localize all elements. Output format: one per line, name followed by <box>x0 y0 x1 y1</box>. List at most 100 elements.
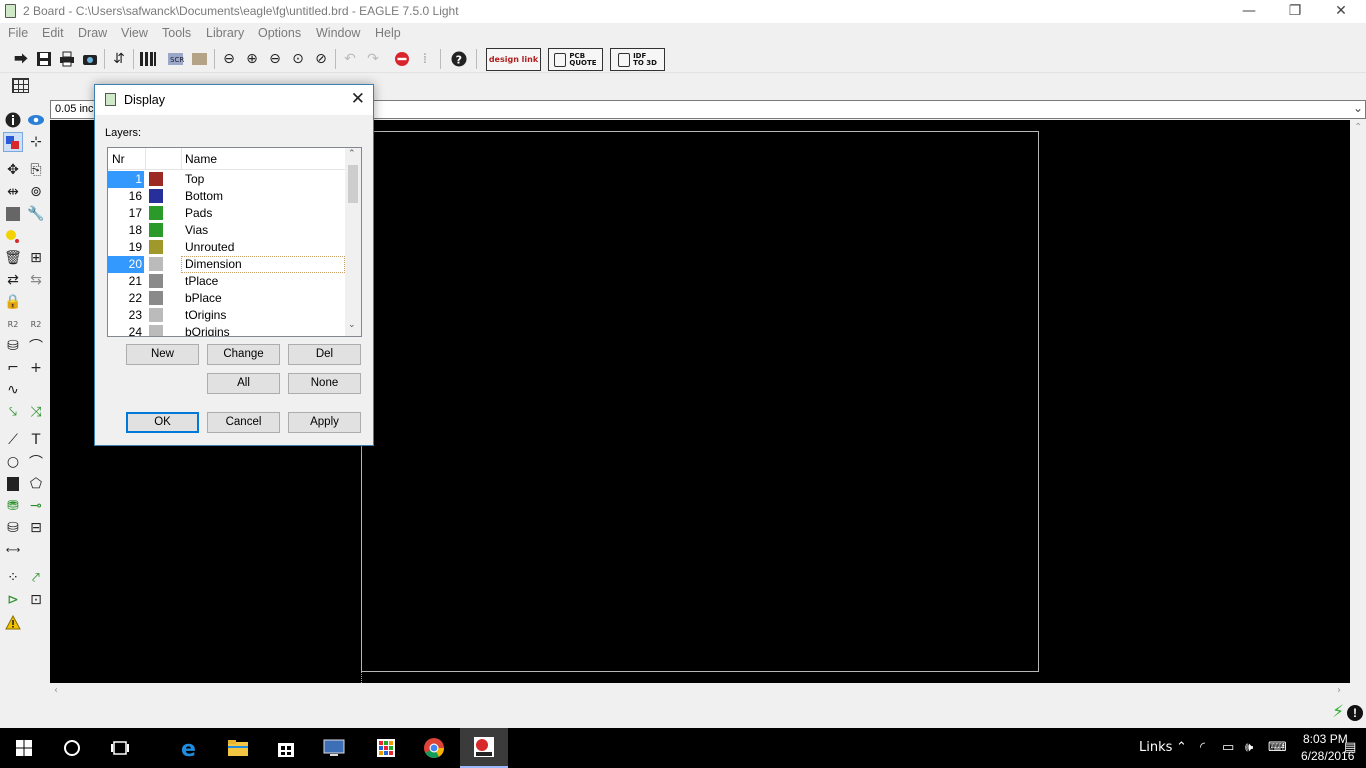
text-icon[interactable]: T <box>26 430 46 450</box>
search-button[interactable] <box>48 728 96 768</box>
clock-time[interactable]: 8:03 PM <box>1303 732 1348 746</box>
ratsnest-icon[interactable]: ⁘ <box>3 568 23 588</box>
layer-row[interactable]: 21 tPlace <box>108 273 346 290</box>
del-button[interactable]: Del <box>288 344 361 365</box>
start-button[interactable] <box>0 728 48 768</box>
scroll-left-icon[interactable]: ‹ <box>54 685 58 696</box>
display-layers-icon[interactable] <box>3 132 23 152</box>
edge-app[interactable]: e <box>166 728 214 768</box>
stop-icon[interactable] <box>392 49 412 69</box>
open-icon[interactable]: ⮕ <box>11 49 31 69</box>
meander-icon[interactable]: ∿ <box>3 380 23 400</box>
lightning-icon[interactable]: ⚡ <box>1332 702 1344 722</box>
column-name[interactable]: Name <box>185 152 217 166</box>
print-icon[interactable] <box>57 49 77 69</box>
add-icon[interactable]: ⊞ <box>26 248 46 268</box>
menu-edit[interactable]: Edit <box>42 26 64 40</box>
layer-row[interactable]: 22 bPlace <box>108 290 346 307</box>
ok-button[interactable]: OK <box>126 412 199 433</box>
miter-icon[interactable]: ⌒ <box>26 336 46 356</box>
all-button[interactable]: All <box>207 373 280 394</box>
close-window-button[interactable]: ✕ <box>1318 0 1364 23</box>
route-icon[interactable]: ⤥ <box>3 402 23 422</box>
mark-icon[interactable]: ⊹ <box>26 132 46 152</box>
remote-desktop-app[interactable] <box>310 728 358 768</box>
menu-options[interactable]: Options <box>258 26 301 40</box>
undo-icon[interactable]: ↶ <box>340 49 360 69</box>
paste-icon[interactable] <box>3 226 23 246</box>
layer-row[interactable]: 17 Pads <box>108 205 346 222</box>
delete-icon[interactable]: 🗑 <box>3 248 23 268</box>
cam-processor-icon[interactable] <box>80 49 100 69</box>
menu-help[interactable]: Help <box>375 26 401 40</box>
run-ulp-icon[interactable] <box>190 49 210 69</box>
change-button[interactable]: Change <box>207 344 280 365</box>
restore-button[interactable]: ❐ <box>1272 0 1318 23</box>
name-icon[interactable]: R2 <box>3 314 23 334</box>
go-icon[interactable]: ⁞ <box>415 49 435 69</box>
new-button[interactable]: New <box>126 344 199 365</box>
menu-tools[interactable]: Tools <box>162 26 191 40</box>
rect-icon[interactable] <box>3 474 23 494</box>
circle-icon[interactable]: ○ <box>3 452 23 472</box>
value-icon[interactable]: R2 <box>26 314 46 334</box>
dimension-icon[interactable]: ⟷ <box>3 540 23 560</box>
file-explorer-app[interactable] <box>214 728 262 768</box>
show-hidden-icons-icon[interactable]: ⌃ <box>1176 740 1187 755</box>
layer-row[interactable]: 16 Bottom <box>108 188 346 205</box>
pinswap-icon[interactable]: ⇆ <box>26 270 46 290</box>
none-button[interactable]: None <box>288 373 361 394</box>
split-icon[interactable]: ⌐ <box>3 358 23 378</box>
warning-icon[interactable] <box>3 612 23 632</box>
store-app[interactable] <box>262 728 310 768</box>
drc-icon[interactable]: ⊳ <box>3 590 23 610</box>
autorouter-icon[interactable]: ⤤ <box>26 568 46 588</box>
attribute-icon[interactable]: ⊟ <box>26 518 46 538</box>
chevron-down-icon[interactable]: ⌄ <box>1353 101 1363 115</box>
menu-library[interactable]: Library <box>206 26 244 40</box>
signal-icon[interactable]: ⊸ <box>26 496 46 516</box>
design-link-button[interactable]: design link <box>486 48 541 71</box>
vertical-scrollbar[interactable]: ⌃ <box>1350 120 1366 683</box>
wire-icon[interactable]: ⟋ <box>3 430 23 450</box>
menu-file[interactable]: File <box>8 26 28 40</box>
list-scroll-down-icon[interactable]: ⌄ <box>348 320 356 330</box>
errors-icon[interactable]: ⊡ <box>26 590 46 610</box>
zoom-out-icon[interactable]: ⊖ <box>265 49 285 69</box>
layer-list-scrollbar[interactable]: ⌃ ⌄ <box>345 148 361 336</box>
move-icon[interactable]: ✥ <box>3 160 23 180</box>
menu-view[interactable]: View <box>121 26 148 40</box>
notifications-icon[interactable]: ▤ <box>1344 740 1356 755</box>
task-view-button[interactable] <box>96 728 144 768</box>
mirror-icon[interactable]: ⇹ <box>3 182 23 202</box>
ripup-icon[interactable]: ⤨ <box>26 402 46 422</box>
smash-icon[interactable]: ⛁ <box>3 336 23 356</box>
pcb-quote-button[interactable]: PCB QUOTE <box>548 48 603 71</box>
grid-icon[interactable] <box>12 78 29 93</box>
keyboard-icon[interactable]: ⌨ <box>1268 740 1287 755</box>
wifi-icon[interactable]: ◜ <box>1200 740 1205 755</box>
list-scroll-thumb[interactable] <box>348 165 358 203</box>
save-icon[interactable] <box>34 49 54 69</box>
zoom-select-icon[interactable]: ⊘ <box>311 49 331 69</box>
layer-row[interactable]: 1 Top <box>108 171 346 188</box>
copy-icon[interactable]: ⎘ <box>26 160 46 180</box>
zoom-redraw-icon[interactable]: ⊙ <box>288 49 308 69</box>
volume-icon[interactable]: 🕪 <box>1245 740 1253 755</box>
column-nr[interactable]: Nr <box>112 152 125 166</box>
via-icon[interactable]: ⛃ <box>3 496 23 516</box>
layer-row[interactable]: 19 Unrouted <box>108 239 346 256</box>
layer-row[interactable]: 18 Vias <box>108 222 346 239</box>
cancel-button[interactable]: Cancel <box>207 412 280 433</box>
zoom-in-icon[interactable]: ⊕ <box>242 49 262 69</box>
eagle-app[interactable] <box>460 728 508 768</box>
dialog-close-icon[interactable]: ✕ <box>351 89 365 109</box>
lock-icon[interactable]: 🔒 <box>3 292 23 312</box>
layer-row[interactable]: 23 tOrigins <box>108 307 346 324</box>
minimize-button[interactable]: — <box>1226 0 1272 23</box>
app-grid-app[interactable] <box>362 728 410 768</box>
polygon-icon[interactable]: ⬠ <box>26 474 46 494</box>
stop-command-icon[interactable]: ! <box>1347 705 1363 721</box>
idf-to-3d-button[interactable]: IDF TO 3D <box>610 48 665 71</box>
chrome-app[interactable] <box>410 728 458 768</box>
